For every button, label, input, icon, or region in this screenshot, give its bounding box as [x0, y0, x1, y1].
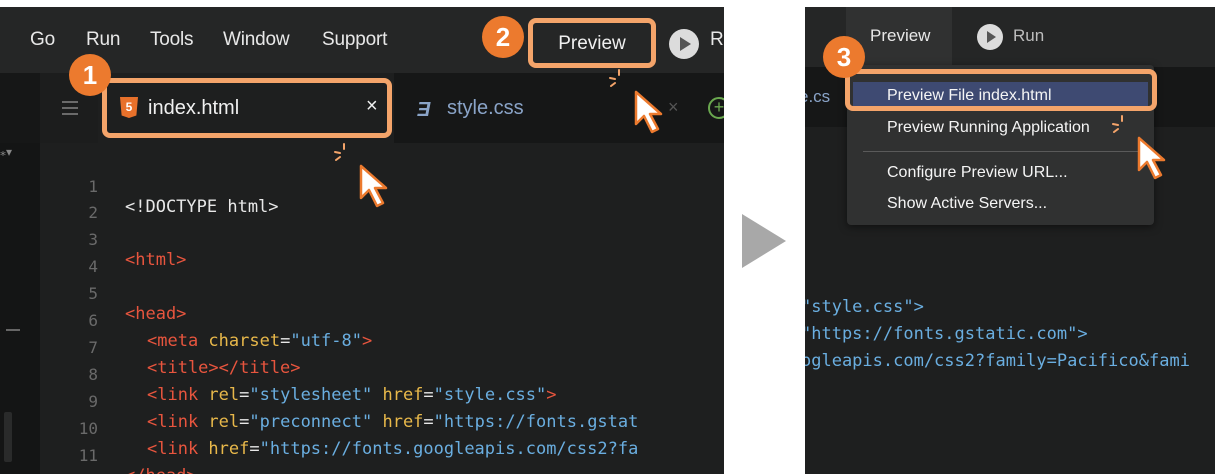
code-line: 6 <meta charset="utf-8"> [40, 291, 724, 351]
menu-item-show-servers[interactable]: Show Active Servers... [887, 195, 1047, 213]
tab-style-css[interactable]: style.css [447, 97, 524, 120]
code-line: 3 <html> [40, 210, 724, 270]
add-tab-icon[interactable]: + [708, 97, 724, 119]
tab-style-css-fragment[interactable]: e.cs [805, 87, 830, 107]
code-line: 4 [40, 237, 724, 276]
play-icon[interactable] [977, 24, 1003, 50]
menu-tools[interactable]: Tools [150, 29, 194, 51]
code-line: 11 </head> [40, 426, 724, 474]
menu-window[interactable]: Window [223, 29, 290, 51]
code-line: "https://fonts.gstatic.com"> [805, 324, 1088, 344]
code-line: 7 <title></title> [40, 318, 724, 378]
pointer-cursor-icon [634, 90, 663, 134]
preview-button[interactable]: Preview [870, 26, 930, 46]
run-button-label[interactable]: Run [1013, 26, 1044, 46]
code-line: 12 [40, 453, 724, 474]
code-line: 9 <link rel="preconnect" href="https://f… [40, 372, 724, 432]
code-line: 5 <head> [40, 264, 724, 324]
play-icon[interactable] [669, 29, 699, 59]
code-line: 8 <link rel="stylesheet" href="style.css… [40, 345, 724, 405]
pointer-cursor-icon [359, 164, 388, 208]
step-badge-3: 3 [823, 36, 865, 78]
code-line: 10 <link href="https://fonts.googleapis.… [40, 399, 724, 459]
highlight-preview-file-item [845, 69, 1157, 111]
menu-divider [863, 151, 1143, 152]
step-badge-1: 1 [69, 54, 111, 96]
menu-item-configure-url[interactable]: Configure Preview URL... [887, 164, 1068, 182]
gutter-dash [6, 329, 20, 331]
click-spark-icon [1112, 115, 1123, 133]
menu-run[interactable]: Run [86, 29, 120, 51]
css3-icon: Ǝ [417, 99, 431, 121]
menu-item-preview-running-app[interactable]: Preview Running Application [887, 119, 1090, 137]
code-line: ogleapis.com/css2?family=Pacifico&fami [805, 351, 1190, 371]
menu-go[interactable]: Go [30, 29, 55, 51]
highlight-preview-button [528, 18, 656, 68]
next-step-arrow-icon [742, 214, 786, 268]
code-line: "style.css"> [805, 297, 924, 317]
gutter-scroll[interactable] [4, 412, 12, 462]
gutter-marker-icon: ⁎▾ [0, 145, 13, 159]
step-badge-2: 2 [482, 16, 524, 58]
pointer-cursor-icon [1137, 136, 1166, 180]
highlight-tab-index [102, 78, 392, 138]
run-button-label[interactable]: R [710, 29, 724, 51]
code-editor[interactable]: "style.css"> "https://fonts.gstatic.com"… [805, 297, 1190, 397]
click-spark-icon [334, 143, 345, 161]
click-spark-icon [609, 69, 620, 87]
menu-support[interactable]: Support [322, 29, 387, 51]
